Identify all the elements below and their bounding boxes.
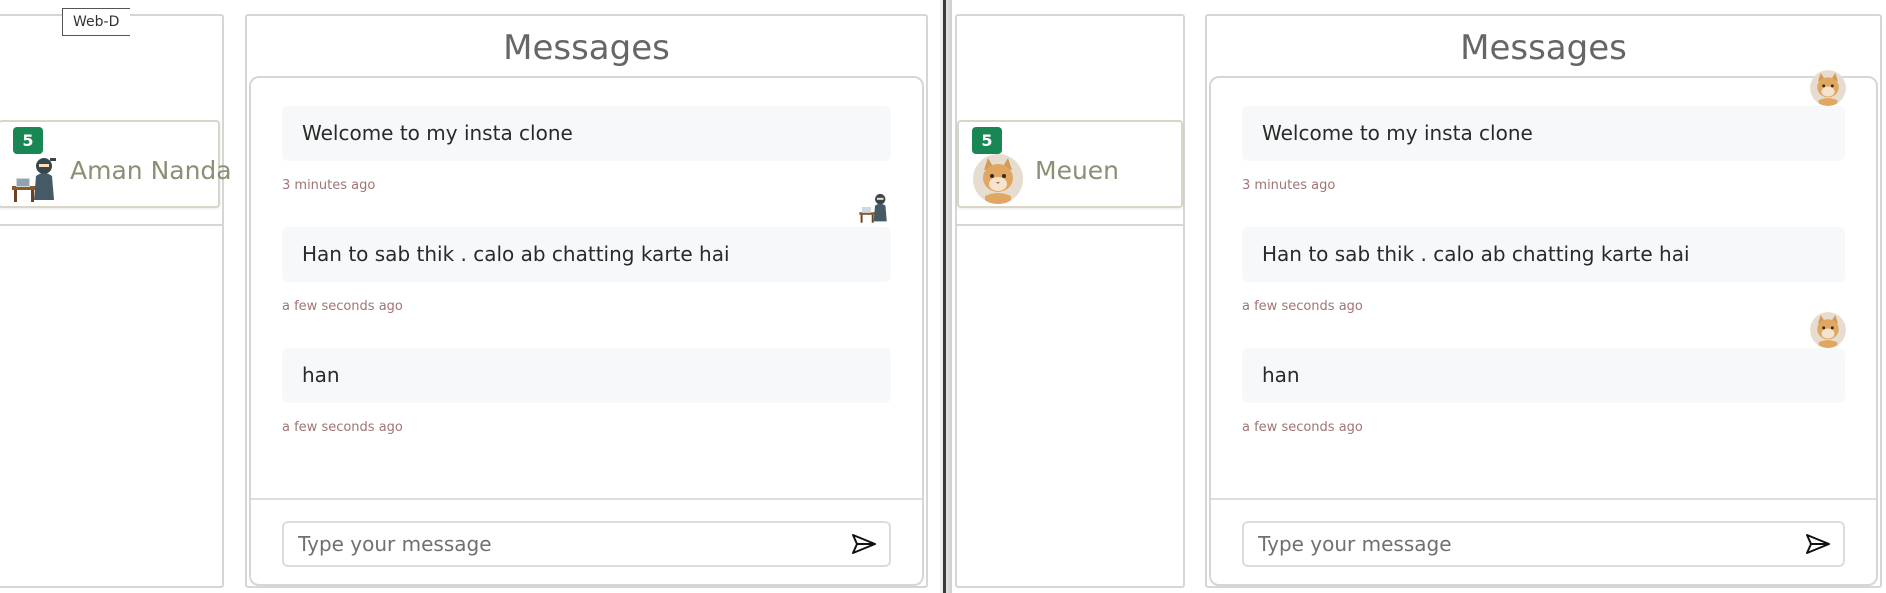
message-bubble: han [282, 348, 891, 403]
message-text: han [302, 363, 340, 387]
window-divider [943, 0, 946, 593]
send-button[interactable] [851, 533, 877, 555]
chat-card: Welcome to my insta clone 3 minutes ago … [1209, 70, 1878, 586]
right-browser-window: 5 Meuen Messages Welcome to my insta clo… [955, 0, 1886, 593]
message-bubble: Welcome to my insta clone [1242, 106, 1845, 161]
message-input[interactable] [1258, 532, 1778, 556]
chat-footer-divider [251, 498, 922, 500]
send-button[interactable] [1805, 533, 1831, 555]
ninja-avatar-icon [10, 152, 62, 204]
contacts-sidebar: 5 Aman Nanda [0, 14, 232, 588]
chat-footer-divider [1211, 498, 1876, 500]
cat-avatar-icon [1810, 70, 1846, 106]
message-input-box [282, 521, 891, 567]
message-timestamp: a few seconds ago [1242, 420, 1363, 435]
messages-panel: Messages Welcome to my insta clone 3 min… [245, 14, 928, 588]
window-divider-shade [940, 0, 952, 593]
contact-name: Meuen [1035, 156, 1120, 185]
message-bubble: Welcome to my insta clone [282, 106, 891, 161]
contact-name: Aman Nanda [70, 156, 232, 185]
message-input-box [1242, 521, 1845, 567]
message-text: han [1262, 363, 1300, 387]
contacts-sidebar: 5 Meuen [955, 14, 1185, 588]
message-text: Han to sab thik . calo ab chatting karte… [1262, 242, 1690, 266]
page-title: Messages [503, 28, 670, 68]
message-timestamp: a few seconds ago [1242, 299, 1363, 314]
message-bubble: han [1242, 348, 1845, 403]
ninja-avatar-icon [858, 190, 892, 224]
message-text: Welcome to my insta clone [1262, 121, 1533, 145]
unread-count-badge: 5 [972, 127, 1002, 154]
left-browser-window: 5 Aman Nanda Web-D Messages Welcome to m… [0, 0, 942, 593]
message-timestamp: 3 minutes ago [282, 178, 376, 193]
message-input[interactable] [298, 532, 818, 556]
message-bubble: Han to sab thik . calo ab chatting karte… [282, 227, 891, 282]
unread-count-badge: 5 [13, 127, 43, 154]
message-bubble: Han to sab thik . calo ab chatting karte… [1242, 227, 1845, 282]
messages-panel: Messages Welcome to my insta clone 3 min… [1205, 14, 1882, 588]
sidebar-divider [0, 224, 222, 226]
message-timestamp: 3 minutes ago [1242, 178, 1336, 193]
contact-item-meuen[interactable]: 5 Meuen [957, 120, 1183, 208]
message-timestamp: a few seconds ago [282, 420, 403, 435]
sidebar-divider [957, 224, 1183, 226]
chat-card: Welcome to my insta clone 3 minutes ago … [249, 76, 924, 586]
message-text: Welcome to my insta clone [302, 121, 573, 145]
send-icon [1806, 534, 1830, 554]
send-icon [852, 534, 876, 554]
message-text: Han to sab thik . calo ab chatting karte… [302, 242, 730, 266]
cat-avatar-icon [1810, 312, 1846, 348]
browser-tab[interactable]: Web-D [62, 8, 130, 36]
page-title: Messages [1460, 28, 1627, 68]
message-timestamp: a few seconds ago [282, 299, 403, 314]
contact-item-aman-nanda[interactable]: 5 Aman Nanda [0, 120, 232, 208]
cat-avatar-icon [973, 154, 1023, 204]
